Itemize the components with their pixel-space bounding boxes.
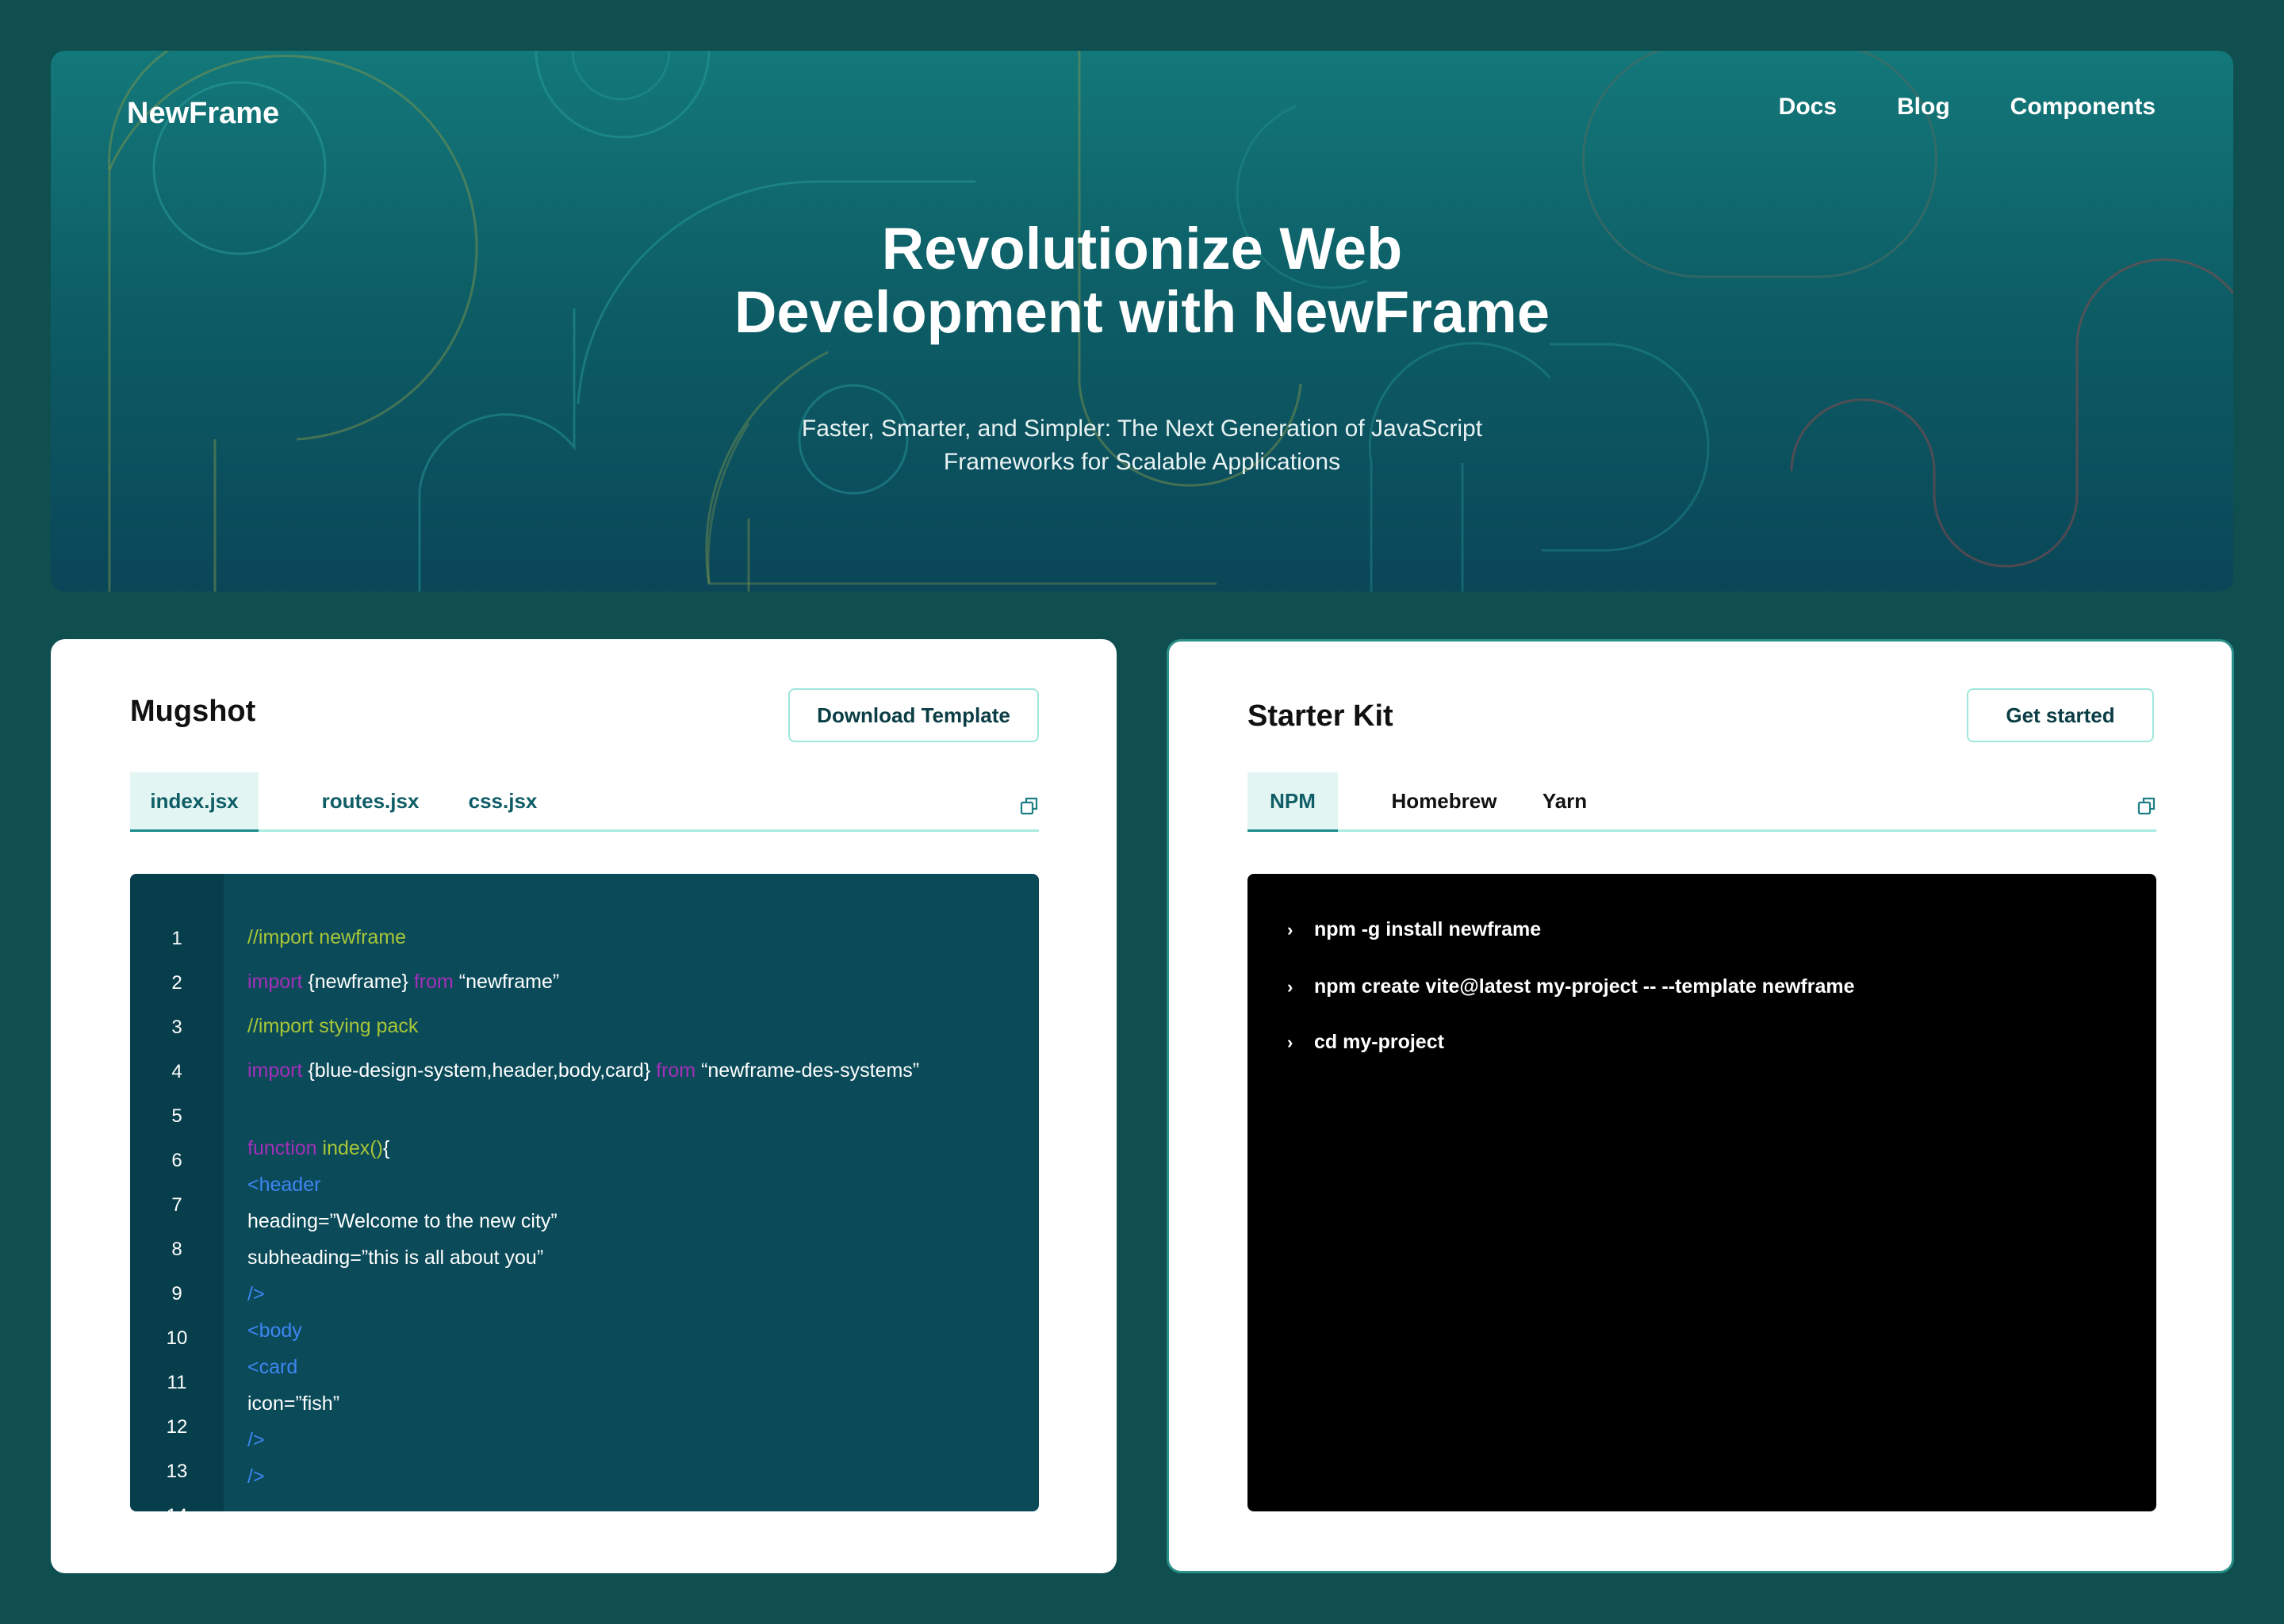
code-keyword: function <box>247 1137 317 1159</box>
code-function-name: index() <box>316 1137 383 1159</box>
hero-title: Revolutionize Web Development with NewFr… <box>51 217 2233 344</box>
code-line: <card <box>247 1356 297 1379</box>
code-line: //import newframe <box>247 926 406 949</box>
prompt-chevron-icon: › <box>1287 920 1293 940</box>
terminal-window[interactable]: › npm -g install newframe › npm create vit… <box>1247 874 2156 1511</box>
code-text: {newframe} <box>302 971 414 993</box>
code-keyword: import <box>247 971 303 993</box>
line-number-gutter: 1 2 3 4 5 6 7 8 9 10 11 12 13 14 <box>130 874 224 1511</box>
code-text: { <box>382 1137 390 1159</box>
code-tag: <header <box>247 1174 321 1196</box>
brand-logo[interactable]: NewFrame <box>127 97 279 131</box>
code-line: /> <box>247 1429 265 1452</box>
code-line: import {blue-design-system,header,body,c… <box>247 1059 919 1082</box>
tab-index-jsx[interactable]: index.jsx <box>130 772 259 832</box>
code-line: /> <box>247 1283 265 1306</box>
download-template-button[interactable]: Download Template <box>788 688 1039 742</box>
line-number: 5 <box>171 1105 182 1127</box>
hero-title-line-2: Development with NewFrame <box>734 279 1550 345</box>
copy-icon[interactable] <box>2137 796 2156 815</box>
code-string: “newframe” <box>453 971 560 993</box>
tab-yarn[interactable]: Yarn <box>1533 772 1596 829</box>
terminal-line: › npm -g install newframe <box>1287 918 1541 941</box>
hero-title-line-1: Revolutionize Web <box>881 216 1403 282</box>
line-number: 13 <box>166 1461 188 1482</box>
starter-kit-title: Starter Kit <box>1247 699 1393 733</box>
code-tag: /> <box>247 1429 265 1451</box>
code-text: icon=”fish” <box>247 1392 340 1415</box>
line-number: 2 <box>171 972 182 994</box>
line-number: 8 <box>171 1239 182 1260</box>
code-string: “newframe-des-systems” <box>696 1059 920 1082</box>
code-keyword: from <box>413 971 454 993</box>
prompt-chevron-icon: › <box>1287 1032 1293 1052</box>
hero-subtitle-line-1: Faster, Smarter, and Simpler: The Next G… <box>801 416 1483 442</box>
code-line: <header <box>247 1174 320 1197</box>
tab-homebrew[interactable]: Homebrew <box>1389 772 1500 829</box>
file-tabs: index.jsx routes.jsx css.jsx <box>130 772 1039 832</box>
package-manager-tabs: NPM Homebrew Yarn <box>1247 772 2156 832</box>
line-number: 14 <box>130 1505 224 1511</box>
hero-subtitle-line-2: Frameworks for Scalable Applications <box>943 449 1341 475</box>
mugshot-card: Mugshot Download Template index.jsx rout… <box>51 639 1117 1573</box>
terminal-line: › cd my-project <box>1287 1031 1444 1054</box>
prompt-chevron-icon: › <box>1287 977 1293 997</box>
tab-npm[interactable]: NPM <box>1247 772 1338 832</box>
nav-link-components[interactable]: Components <box>2010 94 2156 121</box>
line-number: 12 <box>166 1416 188 1438</box>
code-line: heading=”Welcome to the new city” <box>247 1210 558 1233</box>
code-keyword: import <box>247 1059 303 1082</box>
hero-banner: NewFrame Docs Blog Components Revolution… <box>51 51 2233 592</box>
nav-link-blog[interactable]: Blog <box>1897 94 1950 121</box>
nav-link-docs[interactable]: Docs <box>1779 94 1837 121</box>
tab-css-jsx[interactable]: css.jsx <box>447 772 558 829</box>
line-number: 6 <box>171 1150 182 1171</box>
code-tag: <card <box>247 1356 298 1378</box>
code-line: <body <box>247 1320 302 1342</box>
mugshot-title: Mugshot <box>130 695 256 728</box>
hero-subtitle: Faster, Smarter, and Simpler: The Next G… <box>745 412 1539 479</box>
terminal-command: npm -g install newframe <box>1314 918 1542 940</box>
code-editor[interactable]: 1 2 3 4 5 6 7 8 9 10 11 12 13 14 //impor… <box>130 874 1039 1511</box>
code-tag: /> <box>247 1283 265 1305</box>
line-number: 9 <box>171 1283 182 1304</box>
line-number: 10 <box>166 1327 188 1349</box>
code-line: function index(){ <box>247 1137 389 1160</box>
code-tag: /> <box>247 1465 265 1488</box>
top-nav: Docs Blog Components <box>1779 94 2156 121</box>
terminal-command: npm create vite@latest my-project -- --t… <box>1314 975 1855 998</box>
tab-routes-jsx[interactable]: routes.jsx <box>306 772 435 829</box>
terminal-command: cd my-project <box>1314 1031 1444 1053</box>
code-text: {blue-design-system,header,body,card} <box>302 1059 657 1082</box>
code-text: subheading=”this is all about you” <box>247 1247 544 1269</box>
code-line: /> <box>247 1465 265 1488</box>
line-number: 7 <box>171 1194 182 1216</box>
get-started-button[interactable]: Get started <box>1967 688 2154 742</box>
code-comment: //import stying pack <box>247 1015 419 1037</box>
line-number: 4 <box>171 1061 182 1082</box>
line-number: 11 <box>167 1372 187 1393</box>
line-number: 3 <box>171 1017 182 1038</box>
terminal-line: › npm create vite@latest my-project -- --… <box>1287 975 1855 998</box>
copy-icon[interactable] <box>1020 796 1039 815</box>
starter-kit-card: Starter Kit Get started NPM Homebrew Yar… <box>1167 639 2234 1573</box>
line-number: 1 <box>171 928 182 949</box>
code-keyword: from <box>656 1059 696 1082</box>
code-comment: //import newframe <box>247 926 407 948</box>
code-line: //import stying pack <box>247 1015 418 1038</box>
code-tag: <body <box>247 1320 302 1342</box>
code-line: subheading=”this is all about you” <box>247 1247 543 1270</box>
code-line: import {newframe} from “newframe” <box>247 971 559 994</box>
code-line: icon=”fish” <box>247 1392 339 1415</box>
code-text: heading=”Welcome to the new city” <box>247 1210 558 1232</box>
